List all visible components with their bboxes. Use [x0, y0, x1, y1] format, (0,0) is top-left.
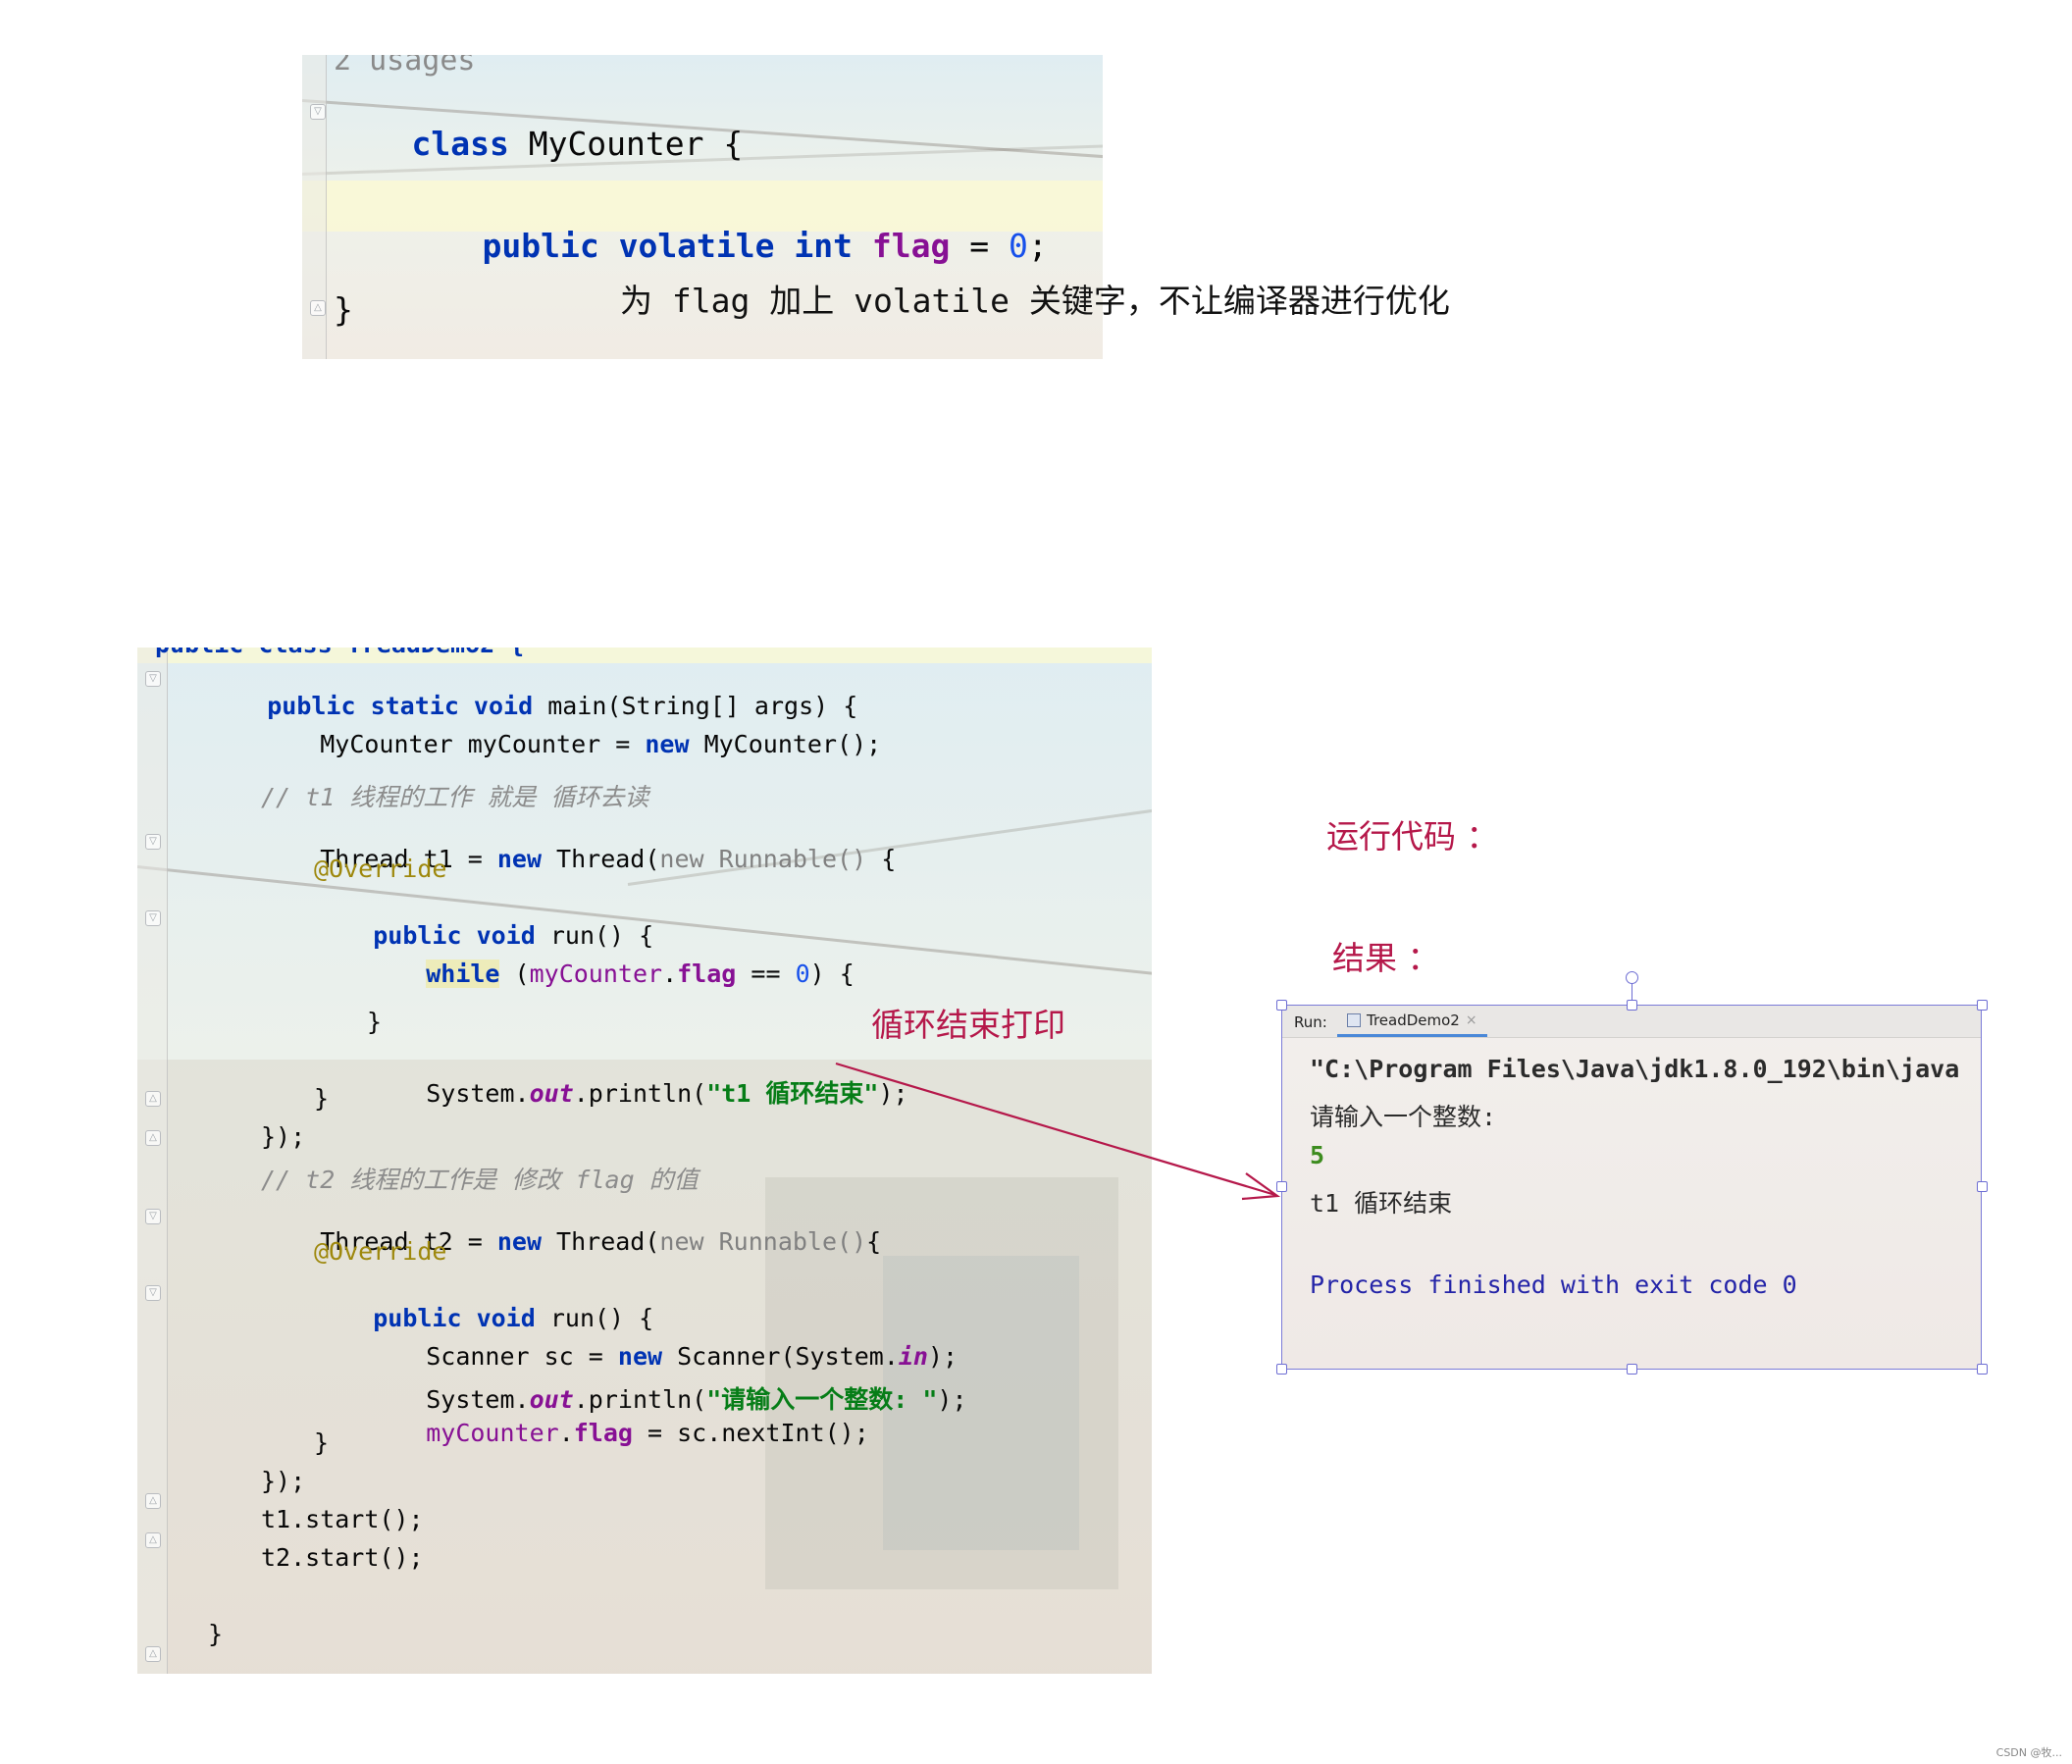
- class-header-line: public class TreadDemo2 {: [155, 648, 524, 658]
- println-t1-line: System.out.println("t1 循环结束");: [367, 1046, 908, 1138]
- while-keyword: while: [426, 960, 500, 988]
- anon-runnable: new Runnable(): [659, 1227, 867, 1256]
- resize-handle[interactable]: [1627, 1364, 1637, 1375]
- new-keyword: new: [645, 730, 690, 758]
- anon-runnable: new Runnable(): [659, 845, 867, 873]
- fold-marker-icon[interactable]: △: [145, 1646, 161, 1662]
- fold-marker-icon[interactable]: ▽: [145, 1285, 161, 1301]
- main-close-brace: }: [208, 1620, 224, 1648]
- fold-marker-icon[interactable]: ▽: [145, 910, 161, 926]
- dot: .: [558, 1419, 574, 1447]
- fold-marker-icon[interactable]: △: [145, 1091, 161, 1107]
- new-keyword: new: [496, 845, 542, 873]
- editor-gutter: [137, 648, 168, 1674]
- fold-marker-icon[interactable]: ▽: [145, 671, 161, 687]
- brace: {: [866, 1227, 882, 1256]
- println-call: .println(: [573, 1079, 707, 1108]
- flag-field: flag: [677, 960, 737, 988]
- assign-rhs: = sc.nextInt();: [632, 1419, 869, 1447]
- console-output-line: t1 循环结束: [1310, 1189, 1453, 1218]
- call-end: );: [937, 1385, 967, 1414]
- resize-handle[interactable]: [1627, 1000, 1637, 1011]
- close-icon[interactable]: ×: [1466, 1012, 1477, 1028]
- run-label: Run:: [1294, 1013, 1327, 1031]
- main-code-snippet: ▽ ▽ ▽ △ △ ▽ ▽ △ △ △ public class TreadDe…: [137, 648, 1152, 1674]
- resize-handle[interactable]: [1977, 1364, 1988, 1375]
- resize-handle[interactable]: [1276, 1181, 1287, 1192]
- tab-treaddemo2[interactable]: TreadDemo2 ×: [1337, 1006, 1487, 1037]
- tab-label: TreadDemo2: [1367, 1011, 1460, 1029]
- brace: {: [866, 845, 897, 873]
- out-field: out: [529, 1079, 574, 1108]
- fold-marker-icon[interactable]: ▽: [310, 104, 326, 120]
- flag-field: flag: [871, 227, 951, 265]
- fold-marker-icon[interactable]: ▽: [145, 1209, 161, 1224]
- t2-close: });: [261, 1467, 306, 1495]
- paren: (: [499, 960, 530, 988]
- decl: MyCounter myCounter =: [320, 730, 646, 758]
- loop-end-print-label: 循环结束打印: [871, 1006, 1065, 1044]
- comment-t1: // t1 线程的工作 就是 循环去读: [261, 783, 649, 811]
- while-loop-line: while (myCounter.flag == 0) {: [367, 931, 855, 1016]
- fold-marker-icon[interactable]: △: [145, 1493, 161, 1509]
- paren-close: ) {: [809, 960, 855, 988]
- fold-marker-icon[interactable]: △: [145, 1130, 161, 1146]
- while-close-brace: }: [367, 1008, 383, 1036]
- run-console-panel[interactable]: Run: TreadDemo2 × "C:\Program Files\Java…: [1281, 1005, 1982, 1370]
- console-icon: [1347, 1012, 1361, 1027]
- console-command-line: "C:\Program Files\Java\jdk1.8.0_192\bin\…: [1310, 1055, 1960, 1083]
- watermark: CSDN @牧...: [1995, 1746, 2062, 1759]
- mycounter-ref: myCounter: [529, 960, 663, 988]
- field-value: 0: [1008, 227, 1028, 265]
- semicolon: ;: [1027, 227, 1048, 265]
- int-keyword: int: [794, 227, 854, 265]
- call-end: );: [878, 1079, 908, 1108]
- class-name: MyCounter {: [528, 125, 744, 163]
- run2-close-brace: }: [314, 1428, 330, 1457]
- flag-field: flag: [573, 1419, 633, 1447]
- class-close-brace: }: [334, 290, 353, 329]
- assign-flag-line: myCounter.flag = sc.nextInt();: [367, 1390, 869, 1476]
- eq-op: ==: [736, 960, 796, 988]
- dot: .: [662, 960, 678, 988]
- start-t2-line: t2.start();: [261, 1543, 424, 1572]
- class-keyword: class: [411, 125, 509, 163]
- resize-handle[interactable]: [1977, 1000, 1988, 1011]
- volatile-keyword: volatile: [618, 227, 775, 265]
- public-keyword: public: [482, 227, 599, 265]
- run1-close-brace: }: [314, 1084, 330, 1113]
- system: System.: [426, 1079, 530, 1108]
- fold-marker-icon[interactable]: △: [310, 300, 326, 316]
- resize-handle[interactable]: [1276, 1364, 1287, 1375]
- override-annotation: @Override: [314, 855, 447, 883]
- run-code-label: 运行代码 ：: [1326, 817, 1499, 856]
- console-exit-line: Process finished with exit code 0: [1310, 1271, 1797, 1299]
- class-declaration: class MyCounter {: [334, 86, 743, 201]
- console-prompt-line: 请输入一个整数:: [1310, 1103, 1497, 1131]
- result-label: 结果 ：: [1332, 939, 1440, 977]
- console-input-line: 5: [1310, 1141, 1325, 1169]
- t1-close: });: [261, 1122, 306, 1151]
- fold-marker-icon[interactable]: △: [145, 1532, 161, 1548]
- rotate-handle[interactable]: [1626, 971, 1638, 984]
- arrow-head: [1241, 1172, 1281, 1201]
- ctor: Thread(: [542, 1227, 660, 1256]
- ctor: Thread(: [542, 845, 660, 873]
- start-t1-line: t1.start();: [261, 1505, 424, 1533]
- comment-t2: // t2 线程的工作是 修改 flag 的值: [261, 1166, 699, 1194]
- fold-marker-icon[interactable]: ▽: [145, 834, 161, 850]
- new-keyword: new: [496, 1227, 542, 1256]
- volatile-note: 为 flag 加上 volatile 关键字，不让编译器进行优化: [620, 282, 1450, 320]
- assign-op: =: [950, 227, 1009, 265]
- resize-handle[interactable]: [1276, 1000, 1287, 1011]
- ctor: MyCounter();: [689, 730, 882, 758]
- usages-hint[interactable]: 2 usages: [334, 55, 476, 78]
- mycounter-init-line: MyCounter myCounter = new MyCounter();: [261, 701, 881, 787]
- override-annotation: @Override: [314, 1237, 447, 1266]
- zero-literal: 0: [795, 960, 810, 988]
- string-literal: "t1 循环结束": [706, 1079, 879, 1108]
- mycounter-ref: myCounter: [426, 1419, 559, 1447]
- resize-handle[interactable]: [1977, 1181, 1988, 1192]
